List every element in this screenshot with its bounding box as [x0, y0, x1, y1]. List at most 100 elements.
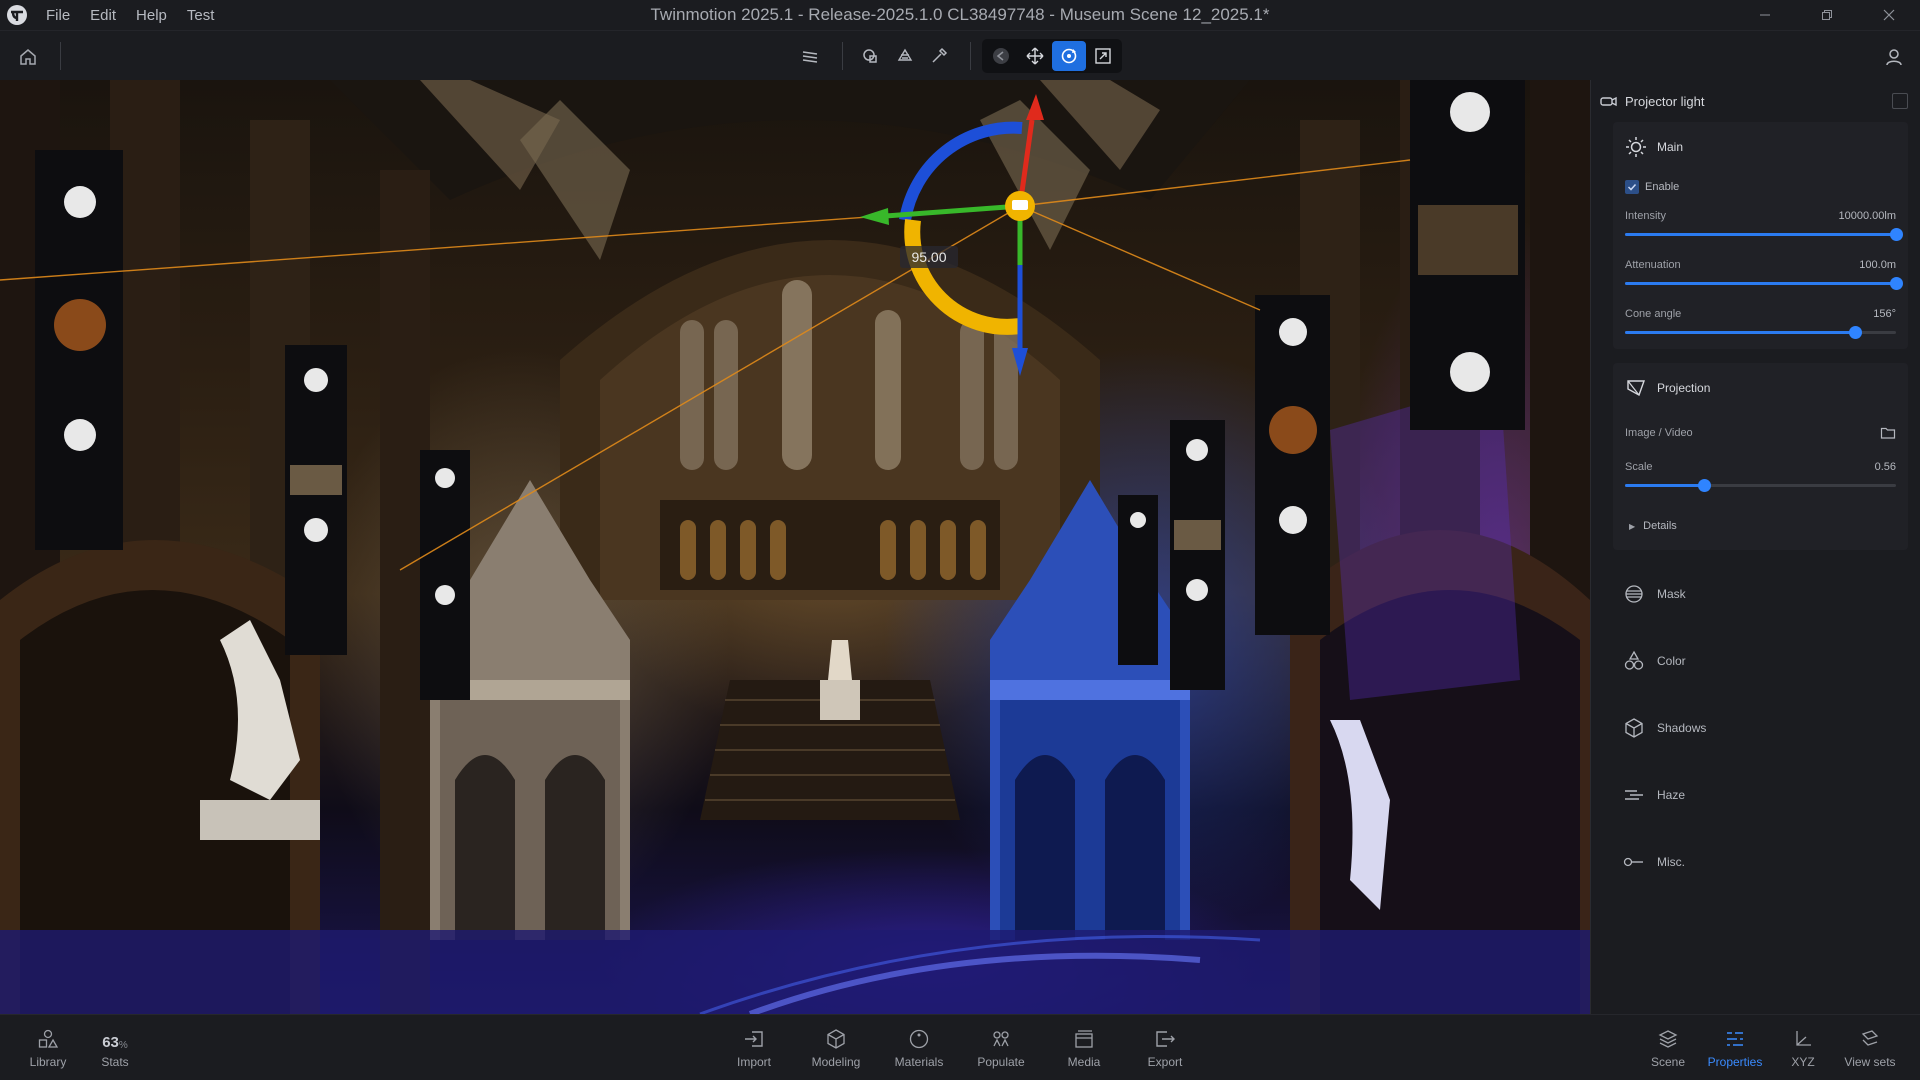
attenuation-value[interactable]: 100.0m — [1859, 259, 1896, 271]
import-icon — [745, 1031, 763, 1047]
sun-icon — [1626, 137, 1646, 157]
modeling-button[interactable]: Modeling — [805, 1015, 867, 1080]
close-button[interactable] — [1858, 0, 1920, 30]
intensity-slider-row: Intensity 10000.00lm — [1613, 202, 1908, 251]
rotate-icon — [1061, 48, 1077, 64]
collapsed-sections: Mask Color Shadows Haze Misc. — [1591, 560, 1920, 895]
attenuation-label: Attenuation — [1625, 259, 1681, 271]
haze-label: Haze — [1657, 787, 1686, 802]
slider-fill — [1625, 331, 1856, 334]
user-icon — [1886, 49, 1902, 66]
scale-value[interactable]: 0.56 — [1875, 461, 1896, 473]
intensity-slider[interactable] — [1625, 228, 1903, 241]
populate-button[interactable]: Populate — [972, 1015, 1030, 1080]
banner — [35, 150, 123, 550]
cone-angle-slider[interactable] — [1625, 326, 1896, 339]
layers-button[interactable] — [793, 41, 827, 71]
haze-section[interactable]: Haze — [1591, 761, 1920, 828]
library-button[interactable]: Library — [22, 1015, 74, 1080]
view-sets-button[interactable]: View sets — [1840, 1015, 1900, 1080]
scale-slider[interactable] — [1625, 479, 1896, 492]
slider-thumb[interactable] — [1697, 479, 1711, 492]
slider-thumb[interactable] — [1890, 228, 1903, 241]
slider-fill — [1625, 484, 1704, 487]
shadows-section[interactable]: Shadows — [1591, 694, 1920, 761]
properties-button[interactable]: Properties — [1704, 1015, 1766, 1080]
projection-section-header[interactable]: Projection — [1613, 363, 1908, 413]
minimize-button[interactable] — [1734, 0, 1796, 30]
xyz-button[interactable]: XYZ — [1788, 1015, 1818, 1080]
layers-icon — [802, 51, 818, 63]
haze-icon — [1625, 789, 1643, 800]
rotate-button[interactable] — [1052, 41, 1086, 71]
scale-button[interactable] — [1086, 41, 1120, 71]
scale-label: Scale — [1625, 461, 1653, 473]
scene-button[interactable]: Scene — [1646, 1015, 1690, 1080]
title-bar: File Edit Help Test Twinmotion 2025.1 - … — [0, 0, 1920, 30]
folder-icon[interactable] — [1880, 425, 1896, 441]
misc-label: Misc. — [1657, 854, 1685, 869]
enable-checkbox[interactable] — [1625, 180, 1639, 194]
modeling-label: Modeling — [811, 1055, 861, 1069]
modeling-icon — [827, 1029, 845, 1049]
materials-button[interactable]: Materials — [889, 1015, 949, 1080]
scene-label: Scene — [1650, 1055, 1686, 1069]
details-expander[interactable]: ▶ Details — [1613, 502, 1908, 550]
close-icon — [1883, 9, 1895, 21]
back-arrow-icon — [993, 48, 1009, 64]
panel-layout-toggle[interactable] — [1892, 93, 1908, 109]
media-icon — [1075, 1030, 1093, 1048]
image-video-row: Image / Video — [1613, 413, 1908, 453]
back-button[interactable] — [984, 41, 1018, 71]
shape-select-icon — [863, 49, 877, 63]
export-button[interactable]: Export — [1139, 1015, 1191, 1080]
cone-angle-value[interactable]: 156° — [1873, 308, 1896, 320]
attenuation-slider-row: Attenuation 100.0m — [1613, 251, 1908, 300]
user-account-button[interactable] — [1880, 43, 1908, 71]
3d-viewport[interactable]: 95.00 — [0, 80, 1590, 1014]
color-section[interactable]: Color — [1591, 627, 1920, 694]
minimize-icon — [1760, 14, 1770, 16]
mask-section[interactable]: Mask — [1591, 560, 1920, 627]
xyz-label: XYZ — [1791, 1055, 1815, 1069]
checkmark-icon — [1627, 183, 1637, 191]
menu-file[interactable]: File — [36, 7, 80, 24]
library-label: Library — [29, 1055, 67, 1069]
attenuation-slider[interactable] — [1625, 277, 1903, 290]
cone-angle-slider-row: Cone angle 156° — [1613, 300, 1908, 349]
xyz-axes-icon — [1796, 1031, 1811, 1046]
menu-test[interactable]: Test — [177, 7, 225, 24]
stats-button[interactable]: 63% Stats — [92, 1015, 138, 1080]
menu-bar: File Edit Help Test — [36, 7, 224, 24]
menu-help[interactable]: Help — [126, 7, 177, 24]
eyedropper-button[interactable] — [922, 41, 956, 71]
export-icon — [1156, 1031, 1175, 1047]
menu-edit[interactable]: Edit — [80, 7, 126, 24]
home-button[interactable] — [14, 43, 42, 71]
pick-tools — [854, 39, 956, 73]
stats-label: Stats — [101, 1055, 129, 1069]
enable-label: Enable — [1645, 181, 1680, 193]
main-section-header[interactable]: Main — [1613, 122, 1908, 172]
materials-label: Materials — [894, 1055, 944, 1069]
lasso-select-button[interactable] — [888, 41, 922, 71]
restore-icon — [1822, 10, 1832, 20]
populate-label: Populate — [977, 1055, 1025, 1069]
shape-select-button[interactable] — [854, 41, 888, 71]
slider-thumb[interactable] — [1849, 326, 1863, 339]
intensity-value[interactable]: 10000.00lm — [1839, 210, 1897, 222]
shadows-icon — [1625, 717, 1643, 738]
media-button[interactable]: Media — [1058, 1015, 1110, 1080]
export-label: Export — [1147, 1055, 1183, 1069]
main-section-title: Main — [1657, 140, 1684, 154]
restore-button[interactable] — [1796, 0, 1858, 30]
import-button[interactable]: Import — [727, 1015, 781, 1080]
home-icon — [20, 49, 36, 65]
eyedropper-icon — [932, 47, 948, 63]
mask-label: Mask — [1657, 586, 1686, 601]
slider-thumb[interactable] — [1890, 277, 1903, 290]
misc-section[interactable]: Misc. — [1591, 828, 1920, 895]
move-button[interactable] — [1018, 41, 1052, 71]
selection-tools — [793, 39, 827, 73]
toolbar-divider — [60, 42, 61, 70]
